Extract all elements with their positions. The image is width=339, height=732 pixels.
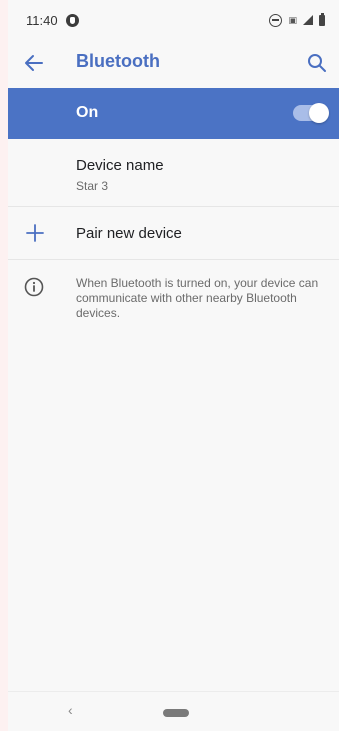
notification-app-icon: [65, 13, 79, 27]
navigation-bar: ‹: [8, 691, 339, 732]
app-bar: Bluetooth: [8, 40, 339, 86]
dnd-icon: [269, 13, 283, 27]
battery-icon: [319, 12, 325, 26]
pair-new-device-label: Pair new device: [76, 225, 182, 242]
bluetooth-info: When Bluetooth is turned on, your device…: [8, 268, 339, 338]
sim-icon: ▣: [288, 14, 297, 25]
switch-knob: [309, 103, 329, 123]
device-name-value: Star 3: [76, 179, 109, 193]
bluetooth-master-toggle[interactable]: On: [8, 88, 339, 139]
bluetooth-switch[interactable]: [293, 103, 329, 123]
pair-new-device-item[interactable]: Pair new device: [8, 207, 339, 260]
background-strip: [0, 0, 8, 731]
page-title: Bluetooth: [76, 51, 160, 71]
search-icon[interactable]: [305, 51, 329, 75]
screen: 11:40 ▣ Bluetooth On Device name Star 3: [8, 0, 339, 731]
arrow-back-icon[interactable]: [22, 51, 46, 75]
status-right: ▣: [269, 12, 339, 27]
device-name-setting[interactable]: Device name Star 3: [8, 140, 339, 207]
toggle-label: On: [76, 104, 99, 121]
plus-icon: [26, 224, 44, 242]
info-icon: [24, 277, 44, 297]
nav-back-button[interactable]: ‹: [68, 702, 73, 718]
status-time: 11:40: [26, 12, 58, 28]
status-bar: 11:40 ▣: [8, 0, 339, 40]
status-left: 11:40: [8, 13, 79, 28]
info-text: When Bluetooth is turned on, your device…: [76, 276, 319, 320]
signal-icon: [303, 15, 313, 25]
device-name-title: Device name: [76, 157, 164, 174]
home-pill-icon[interactable]: [163, 709, 189, 717]
